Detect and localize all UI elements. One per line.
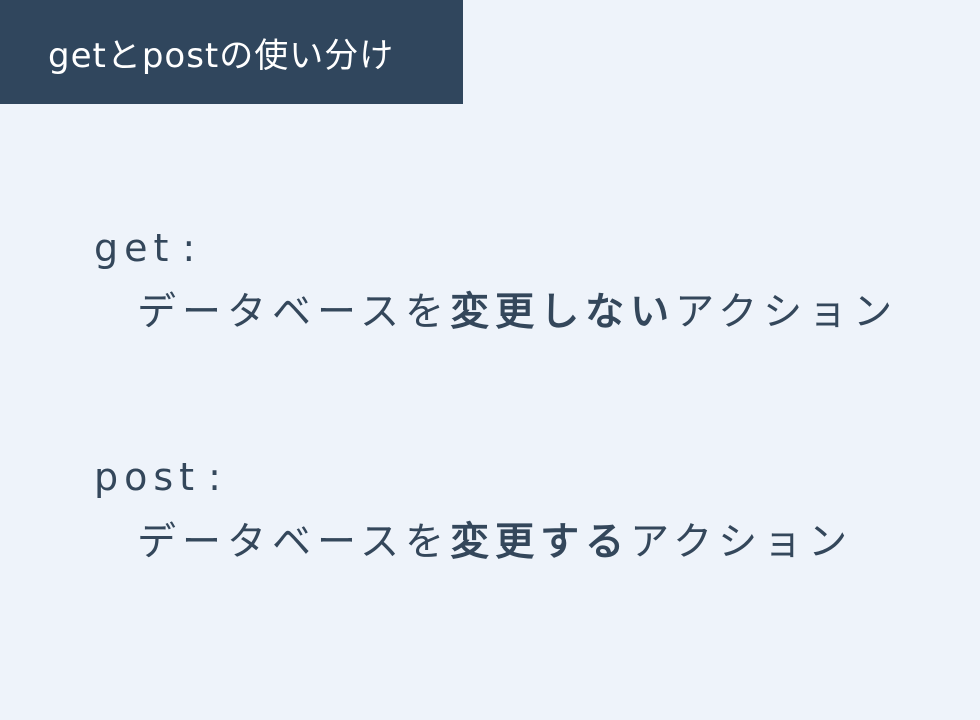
post-method-label: post:: [94, 458, 227, 496]
post-description-prefix: データベースを: [137, 520, 451, 565]
title-banner: getとpostの使い分け: [0, 0, 463, 104]
post-description: データベースを変更するアクション: [137, 523, 853, 562]
page-title: getとpostの使い分け: [48, 35, 395, 76]
get-method-separator: :: [182, 226, 202, 270]
get-method-label: get:: [94, 229, 201, 267]
get-description-suffix: アクション: [675, 290, 899, 335]
post-method-separator: :: [208, 455, 227, 499]
post-description-emphasis: 変更する: [450, 520, 631, 565]
post-description-suffix: アクション: [630, 520, 854, 565]
get-description-emphasis: 変更しない: [450, 290, 676, 335]
post-method-name: post: [94, 455, 201, 499]
slide-canvas: getとpostの使い分け get: データベースを変更しないアクション pos…: [0, 0, 980, 720]
get-method-name: get: [94, 226, 175, 270]
get-description: データベースを変更しないアクション: [137, 293, 898, 332]
get-description-prefix: データベースを: [137, 290, 451, 335]
